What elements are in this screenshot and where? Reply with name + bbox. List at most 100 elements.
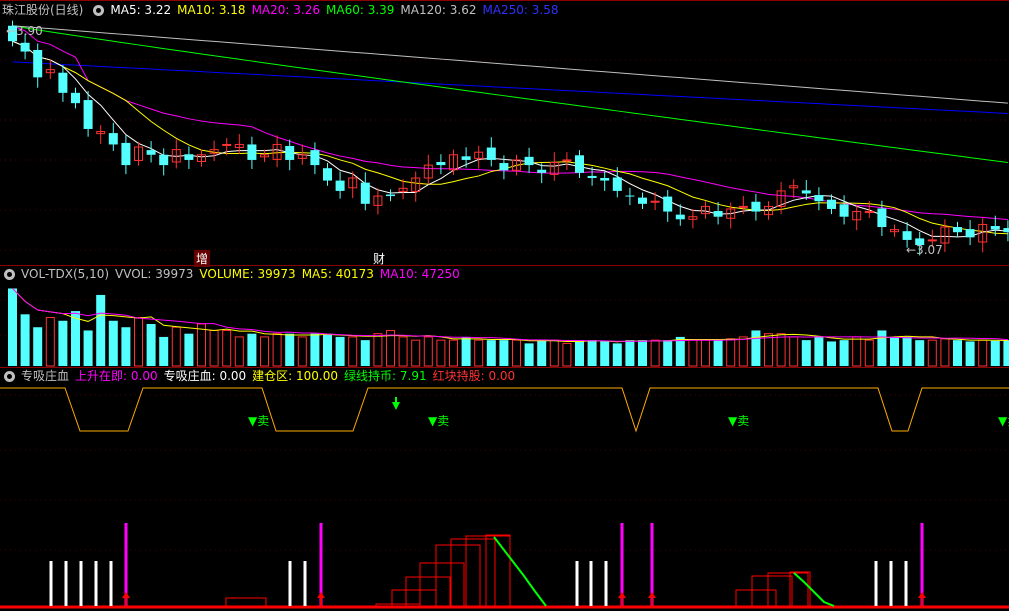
volume-bar-down bbox=[751, 330, 761, 366]
volume-bar-down bbox=[537, 340, 547, 366]
absorb-value: 专吸庄血: 0.00 bbox=[163, 369, 247, 383]
sell-signal-4: ▼卖 bbox=[998, 414, 1009, 428]
volume-bar-up bbox=[789, 336, 799, 367]
gear-icon[interactable] bbox=[4, 268, 15, 280]
candle-down bbox=[902, 231, 912, 240]
volume-bar-up bbox=[411, 339, 421, 367]
volume-bar-up bbox=[209, 329, 219, 367]
candle-down bbox=[990, 226, 1000, 230]
volume-bar-down bbox=[675, 336, 685, 366]
volume-bar-down bbox=[499, 340, 509, 366]
candle-down bbox=[1003, 228, 1009, 233]
volume-bar-up bbox=[701, 339, 710, 367]
gear-icon[interactable] bbox=[4, 370, 15, 382]
volume-bar-down bbox=[83, 330, 93, 366]
volume-bar-down bbox=[953, 340, 962, 366]
volume-bar-down bbox=[814, 336, 824, 366]
ma120-line bbox=[12, 25, 1008, 104]
candle-down bbox=[537, 169, 547, 173]
volume-bar-down bbox=[638, 340, 647, 366]
candle-down bbox=[575, 155, 584, 173]
volume-bar-down bbox=[335, 336, 345, 366]
volume-bar-up bbox=[134, 317, 143, 367]
volume-bar-up bbox=[423, 336, 433, 367]
stock-chart-canvas[interactable] bbox=[0, 0, 1009, 611]
ma120-value: MA120: 3.62 bbox=[400, 3, 477, 17]
volume-bar-down bbox=[965, 341, 975, 366]
volume-bar-down bbox=[990, 340, 1000, 366]
up-arrow-icon bbox=[317, 592, 325, 598]
candle-down bbox=[436, 162, 446, 166]
ma5-line bbox=[12, 40, 1008, 238]
down-arrow-icon bbox=[392, 402, 400, 410]
vol-ma5-line bbox=[12, 288, 1008, 343]
signal-line bbox=[0, 387, 1009, 433]
volume-bar-down bbox=[108, 320, 118, 366]
candle-down bbox=[159, 154, 169, 166]
candle-down bbox=[285, 146, 295, 160]
candle-down bbox=[146, 150, 156, 155]
marker-cai[interactable]: 财 bbox=[373, 250, 385, 267]
red-block bbox=[225, 597, 267, 607]
candle-down bbox=[71, 92, 80, 104]
candle-down bbox=[751, 201, 761, 212]
candle-down bbox=[360, 182, 370, 204]
candle-down bbox=[524, 156, 534, 166]
candle-down bbox=[675, 214, 685, 220]
volume-bar-up bbox=[297, 336, 307, 367]
volume-bar-up bbox=[764, 333, 773, 367]
volume-bar-up bbox=[45, 317, 55, 367]
ma10-value: MA10: 3.18 bbox=[177, 3, 246, 17]
main-panel-header: 珠江股份(日线) MA5: 3.22 MA10: 3.18 MA20: 3.26… bbox=[0, 2, 565, 18]
candle-down bbox=[335, 180, 345, 191]
volume-bar-up bbox=[398, 336, 408, 367]
candle-down bbox=[486, 147, 496, 160]
up-arrow-icon bbox=[122, 592, 130, 598]
gear-icon[interactable] bbox=[93, 4, 105, 16]
candle-down bbox=[323, 168, 332, 181]
candle-down bbox=[83, 100, 93, 129]
sell-signal-1: ▼卖 bbox=[248, 414, 270, 428]
red-block bbox=[735, 589, 777, 607]
up-arrow-icon bbox=[648, 592, 656, 598]
volume-bar-up bbox=[373, 333, 383, 367]
volume-bar-down bbox=[915, 340, 925, 366]
vol-indicator-name[interactable]: VOL-TDX(5,10) bbox=[21, 266, 109, 282]
volume-bar-up bbox=[650, 339, 660, 367]
volume-bar-down bbox=[612, 343, 622, 366]
candle-down bbox=[108, 133, 118, 145]
red-block bbox=[465, 535, 511, 607]
volume-bar-down bbox=[285, 333, 295, 366]
red-block bbox=[485, 534, 511, 607]
stock-title[interactable]: 珠江股份(日线) bbox=[2, 2, 83, 18]
candle-down bbox=[461, 156, 471, 160]
volume-panel-header: VOL-TDX(5,10) VVOL: 39973 VOLUME: 39973 … bbox=[0, 266, 466, 282]
volume-bar-down bbox=[713, 340, 723, 366]
volume-bar-down bbox=[310, 333, 320, 366]
volume-bar-down bbox=[159, 336, 169, 366]
candle-down bbox=[612, 177, 622, 191]
candle-down bbox=[386, 194, 395, 197]
green-hold-line bbox=[793, 572, 835, 607]
vvol-value: VVOL: 39973 bbox=[115, 267, 194, 281]
volume-bar-down bbox=[902, 336, 912, 366]
volume-bar-up bbox=[272, 333, 282, 367]
volume-bar-down bbox=[486, 340, 496, 366]
marker-zeng[interactable]: 增 bbox=[194, 250, 211, 267]
candle-down bbox=[58, 72, 68, 93]
volume-bar-up bbox=[474, 339, 484, 367]
volume-bar-down bbox=[8, 288, 17, 366]
volume-bar-up bbox=[738, 336, 748, 367]
red-hold-value: 红块持股: 0.00 bbox=[432, 369, 516, 383]
candle-down bbox=[814, 195, 824, 202]
volume-bar-up bbox=[726, 338, 736, 367]
indicator-name[interactable]: 专吸庄血 bbox=[21, 368, 69, 384]
volume-bar-up bbox=[234, 336, 244, 367]
sell-signal-2: ▼卖 bbox=[428, 414, 450, 428]
volume-bar-up bbox=[927, 339, 937, 367]
volume-bar-down bbox=[323, 333, 332, 366]
rise-value: 上升在即: 0.00 bbox=[75, 369, 158, 383]
red-block bbox=[751, 575, 793, 607]
volume-bar-down bbox=[575, 340, 584, 366]
volume-bar-down bbox=[33, 327, 43, 366]
